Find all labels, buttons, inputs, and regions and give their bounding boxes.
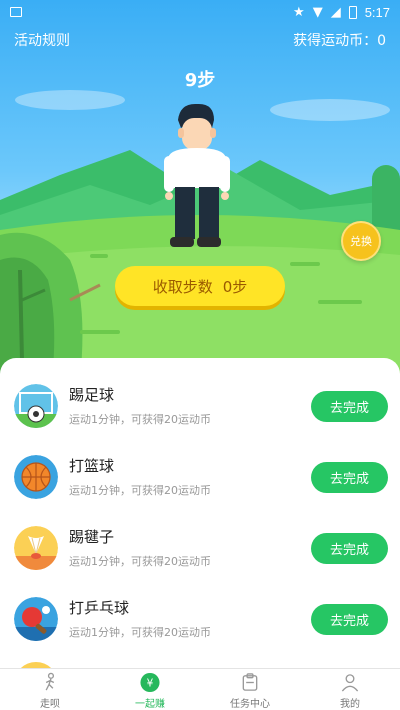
soccer-icon bbox=[14, 384, 58, 428]
step-count-title: 9步 bbox=[184, 70, 216, 91]
person-icon bbox=[341, 674, 359, 692]
task-item-pingpong: 打乒乓球 运动1分钟，可获得20运动币 去完成 bbox=[0, 585, 400, 656]
task-name: 打篮球 bbox=[69, 457, 115, 475]
battery-icon bbox=[348, 5, 357, 19]
complete-task-button[interactable]: 去完成 bbox=[311, 391, 388, 422]
bottom-tab-bar: 走呗 ¥ 一起赚 任务中心 我的 bbox=[0, 668, 400, 710]
complete-task-button[interactable]: 去完成 bbox=[311, 604, 388, 635]
tab-earn-together[interactable]: ¥ 一起赚 bbox=[100, 669, 200, 710]
task-name: 踢足球 bbox=[69, 386, 115, 404]
complete-task-button[interactable]: 去完成 bbox=[311, 462, 388, 493]
task-clipboard-icon bbox=[242, 673, 258, 691]
task-description: 运动1分钟，可获得20运动币 bbox=[69, 555, 211, 568]
yen-coin-icon: ¥ bbox=[140, 672, 160, 693]
tab-label: 走呗 bbox=[40, 699, 60, 710]
top-bar: 活动规则 获得运动币：0 bbox=[0, 26, 400, 54]
hero-scene bbox=[0, 0, 400, 380]
status-bar: ★ ▼ ◢ 5:17 bbox=[0, 0, 400, 24]
tab-walk[interactable]: 走呗 bbox=[0, 669, 100, 710]
pingpong-icon bbox=[14, 597, 58, 641]
tab-label: 一起赚 bbox=[135, 699, 165, 710]
status-time: 5:17 bbox=[364, 4, 390, 20]
task-item-basketball: 打篮球 运动1分钟，可获得20运动币 去完成 bbox=[0, 443, 400, 514]
task-item-soccer: 踢足球 运动1分钟，可获得20运动币 去完成 bbox=[0, 372, 400, 443]
task-name: 踢毽子 bbox=[69, 528, 115, 546]
signal-icon: ◢ bbox=[330, 4, 341, 20]
basketball-icon bbox=[14, 455, 58, 499]
complete-task-button[interactable]: 去完成 bbox=[311, 533, 388, 564]
activity-rules-link[interactable]: 活动规则 bbox=[14, 30, 70, 50]
tab-label: 任务中心 bbox=[230, 699, 270, 710]
task-description: 运动1分钟，可获得20运动币 bbox=[69, 626, 211, 639]
landscape-illustration bbox=[0, 90, 400, 380]
task-panel: 踢足球 运动1分钟，可获得20运动币 去完成 打篮球 运动1分钟，可获得20运动… bbox=[0, 358, 400, 668]
svg-text:¥: ¥ bbox=[147, 677, 154, 689]
coins-earned-label: 获得运动币：0 bbox=[293, 33, 386, 49]
task-description: 运动1分钟，可获得20运动币 bbox=[69, 484, 211, 497]
task-name: 打乒乓球 bbox=[69, 599, 130, 617]
collect-steps-button[interactable]: 收取步数 0步 bbox=[115, 266, 285, 306]
shuttlecock-icon bbox=[14, 526, 58, 570]
tab-label: 我的 bbox=[340, 699, 360, 710]
star-icon: ★ bbox=[293, 4, 305, 20]
tab-mine[interactable]: 我的 bbox=[300, 669, 400, 710]
collect-steps-value: 0步 bbox=[222, 277, 248, 296]
exchange-button[interactable]: 兑换 bbox=[341, 221, 381, 261]
tab-task-center[interactable]: 任务中心 bbox=[200, 669, 300, 710]
walking-icon bbox=[45, 672, 55, 691]
task-item-shuttlecock: 踢毽子 运动1分钟，可获得20运动币 去完成 bbox=[0, 514, 400, 585]
image-notification-icon bbox=[10, 7, 22, 17]
collect-steps-label: 收取步数 bbox=[152, 277, 213, 296]
task-description: 运动1分钟，可获得20运动币 bbox=[69, 413, 211, 426]
wifi-icon: ▼ bbox=[312, 4, 323, 20]
